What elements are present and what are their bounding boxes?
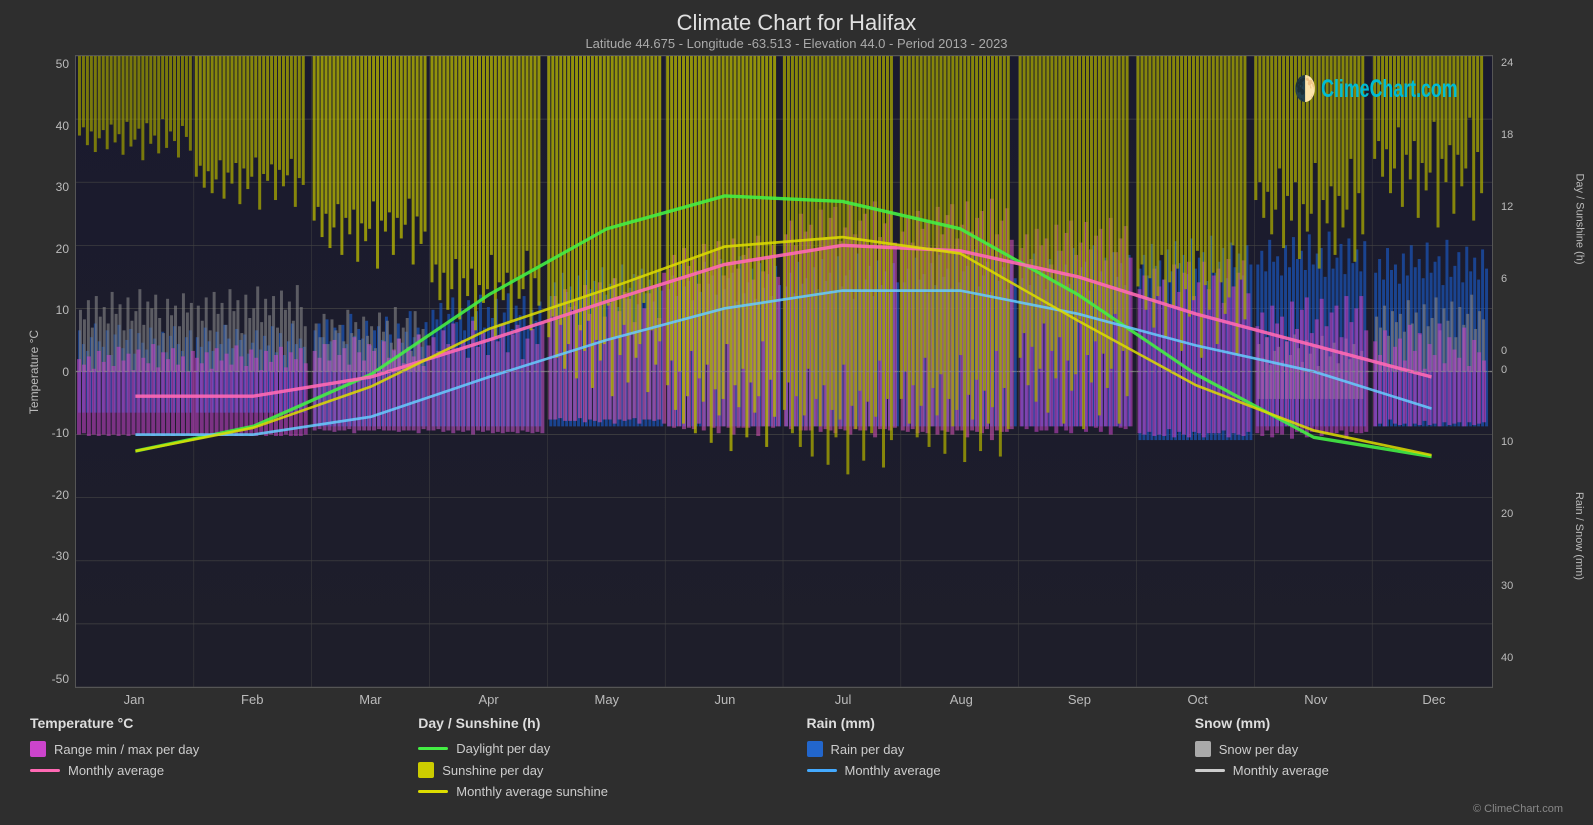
legend-sunshine-avg-icon — [418, 790, 448, 793]
y-tick-30: 30 — [56, 180, 69, 194]
y-axis-left-label: Temperature °C — [27, 329, 41, 413]
legend-snow-title: Snow (mm) — [1195, 715, 1563, 731]
month-sep: Sep — [1020, 692, 1138, 707]
y-tick-10: 10 — [56, 303, 69, 317]
month-mar: Mar — [311, 692, 429, 707]
legend-snow-bar-label: Snow per day — [1219, 742, 1299, 757]
month-dec: Dec — [1375, 692, 1493, 707]
month-jun: Jun — [666, 692, 784, 707]
month-feb: Feb — [193, 692, 311, 707]
legend-section: Temperature °C Range min / max per day M… — [20, 707, 1573, 799]
legend-daylight-label: Daylight per day — [456, 741, 550, 756]
y-right-tick-18: 18 — [1501, 129, 1573, 141]
y-tick-20: 20 — [56, 242, 69, 256]
y-right-tick-20: 20 — [1501, 508, 1573, 520]
y-right-tick-24: 24 — [1501, 57, 1573, 69]
y-axis-left: Temperature °C 50 40 30 20 10 0 -10 -20 … — [20, 55, 75, 688]
legend-rain-avg-icon — [807, 769, 837, 772]
month-may: May — [548, 692, 666, 707]
y-right-tick-30: 30 — [1501, 580, 1573, 592]
legend-sunshine: Day / Sunshine (h) Daylight per day Suns… — [408, 715, 796, 799]
month-jan: Jan — [75, 692, 193, 707]
legend-rain-bar-label: Rain per day — [831, 742, 905, 757]
subtitle: Latitude 44.675 - Longitude -63.513 - El… — [20, 36, 1573, 51]
legend-sunshine-title: Day / Sunshine (h) — [418, 715, 786, 731]
legend-rain-bar-icon — [807, 741, 823, 757]
y-right-tick-6: 6 — [1501, 273, 1573, 285]
legend-snow-bar: Snow per day — [1195, 741, 1563, 757]
x-axis: Jan Feb Mar Apr May Jun Jul Aug Sep Oct … — [75, 688, 1493, 707]
legend-rain-bar: Rain per day — [807, 741, 1175, 757]
y-axis-right: 24 18 12 6 0 0 10 20 30 40 Day / Sunshin… — [1493, 55, 1573, 688]
legend-rain-avg: Monthly average — [807, 763, 1175, 778]
y-tick-50: 50 — [56, 57, 69, 71]
y-right-tick-12: 12 — [1501, 201, 1573, 213]
chart-svg: 🌓 ClimeChart.com 🌓 ClimeChart.com — [76, 56, 1492, 687]
y-right-rain-label: Rain / Snow (mm) — [1573, 492, 1585, 580]
legend-snow-avg: Monthly average — [1195, 763, 1563, 778]
month-oct: Oct — [1139, 692, 1257, 707]
y-right-sunshine-label: Day / Sunshine (h) — [1573, 174, 1585, 265]
legend-rain-avg-label: Monthly average — [845, 763, 941, 778]
y-tick-n20: -20 — [52, 488, 69, 502]
y-right-tick-0rain: 0 — [1501, 364, 1573, 376]
legend-snow-avg-label: Monthly average — [1233, 763, 1329, 778]
legend-rain: Rain (mm) Rain per day Monthly average — [797, 715, 1185, 799]
legend-sunshine-bar-icon — [418, 762, 434, 778]
main-title: Climate Chart for Halifax — [20, 10, 1573, 36]
page-wrapper: Climate Chart for Halifax Latitude 44.67… — [0, 0, 1593, 825]
legend-temp-avg-icon — [30, 769, 60, 772]
legend-temp-title: Temperature °C — [30, 715, 398, 731]
legend-sunshine-bar-label: Sunshine per day — [442, 763, 543, 778]
legend-temp-range-label: Range min / max per day — [54, 742, 199, 757]
y-tick-n50: -50 — [52, 672, 69, 686]
y-tick-n40: -40 — [52, 611, 69, 625]
svg-text:🌓 ClimeChart.com: 🌓 ClimeChart.com — [1294, 74, 1458, 103]
month-aug: Aug — [902, 692, 1020, 707]
month-nov: Nov — [1257, 692, 1375, 707]
legend-snow: Snow (mm) Snow per day Monthly average — [1185, 715, 1573, 799]
legend-sunshine-avg: Monthly average sunshine — [418, 784, 786, 799]
legend-daylight: Daylight per day — [418, 741, 786, 756]
legend-snow-bar-icon — [1195, 741, 1211, 757]
y-tick-n10: -10 — [52, 426, 69, 440]
legend-temp-avg: Monthly average — [30, 763, 398, 778]
legend-temp-avg-label: Monthly average — [68, 763, 164, 778]
y-tick-40: 40 — [56, 119, 69, 133]
month-apr: Apr — [430, 692, 548, 707]
month-jul: Jul — [784, 692, 902, 707]
legend-rain-title: Rain (mm) — [807, 715, 1175, 731]
title-section: Climate Chart for Halifax Latitude 44.67… — [20, 10, 1573, 51]
legend-sunshine-bar: Sunshine per day — [418, 762, 786, 778]
chart-area: Temperature °C 50 40 30 20 10 0 -10 -20 … — [20, 55, 1573, 688]
y-right-tick-10: 10 — [1501, 436, 1573, 448]
chart-main: 🌓 ClimeChart.com 🌓 ClimeChart.com — [75, 55, 1493, 688]
legend-temp-range: Range min / max per day — [30, 741, 398, 757]
y-right-tick-40: 40 — [1501, 652, 1573, 664]
y-right-tick-0sun: 0 — [1501, 345, 1573, 357]
copyright: © ClimeChart.com — [20, 803, 1573, 815]
y-tick-0: 0 — [62, 365, 69, 379]
legend-sunshine-avg-label: Monthly average sunshine — [456, 784, 608, 799]
legend-temperature: Temperature °C Range min / max per day M… — [20, 715, 408, 799]
legend-temp-range-icon — [30, 741, 46, 757]
legend-daylight-icon — [418, 747, 448, 750]
y-tick-n30: -30 — [52, 549, 69, 563]
legend-snow-avg-icon — [1195, 769, 1225, 772]
